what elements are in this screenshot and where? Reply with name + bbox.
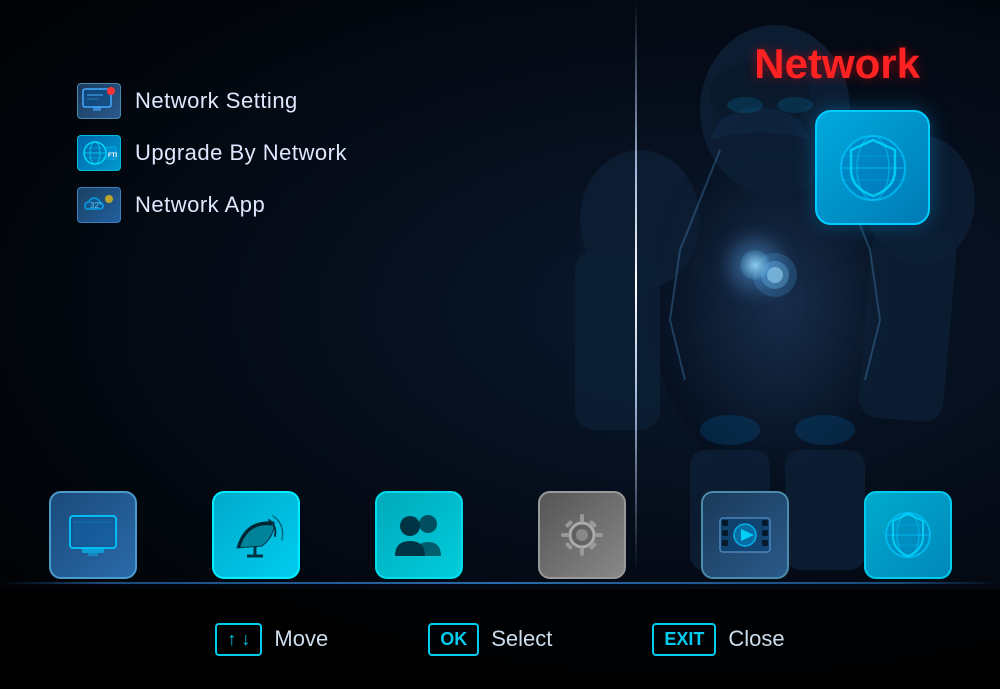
control-bar: ↑ ↓ Move OK Select EXIT Close	[0, 589, 1000, 689]
move-btn[interactable]: ↑ ↓	[215, 623, 262, 656]
svg-text:32°: 32°	[90, 201, 102, 210]
menu-item-upgrade[interactable]: FTP Upgrade By Network	[65, 127, 359, 179]
dock-satellite-icon[interactable]	[212, 491, 300, 579]
large-network-icon[interactable]	[815, 110, 930, 225]
select-label: Select	[491, 626, 552, 652]
dock-tv-icon[interactable]	[49, 491, 137, 579]
network-setting-label: Network Setting	[135, 88, 298, 114]
dock-network-icon[interactable]	[864, 491, 952, 579]
ok-btn[interactable]: OK	[428, 623, 479, 656]
dock-users-icon[interactable]	[375, 491, 463, 579]
network-app-label: Network App	[135, 192, 265, 218]
upgrade-label: Upgrade By Network	[135, 140, 347, 166]
separator-line	[0, 582, 1000, 584]
dock-media-icon[interactable]	[701, 491, 789, 579]
network-app-icon: 32°	[77, 187, 121, 223]
network-setting-icon	[77, 83, 121, 119]
control-move: ↑ ↓ Move	[215, 623, 328, 656]
menu-list: Network Setting FTP Upgrade By Network	[65, 75, 359, 231]
dock	[0, 491, 1000, 579]
network-title: Network	[754, 40, 920, 88]
menu-item-network-setting[interactable]: Network Setting	[65, 75, 359, 127]
control-select: OK Select	[428, 623, 552, 656]
close-label: Close	[728, 626, 784, 652]
menu-item-network-app[interactable]: 32° Network App	[65, 179, 359, 231]
main-content: Network	[0, 0, 1000, 689]
svg-text:FTP: FTP	[108, 153, 117, 159]
control-close: EXIT Close	[652, 623, 784, 656]
exit-btn[interactable]: EXIT	[652, 623, 716, 656]
upgrade-icon: FTP	[77, 135, 121, 171]
dock-settings-icon[interactable]	[538, 491, 626, 579]
move-label: Move	[274, 626, 328, 652]
